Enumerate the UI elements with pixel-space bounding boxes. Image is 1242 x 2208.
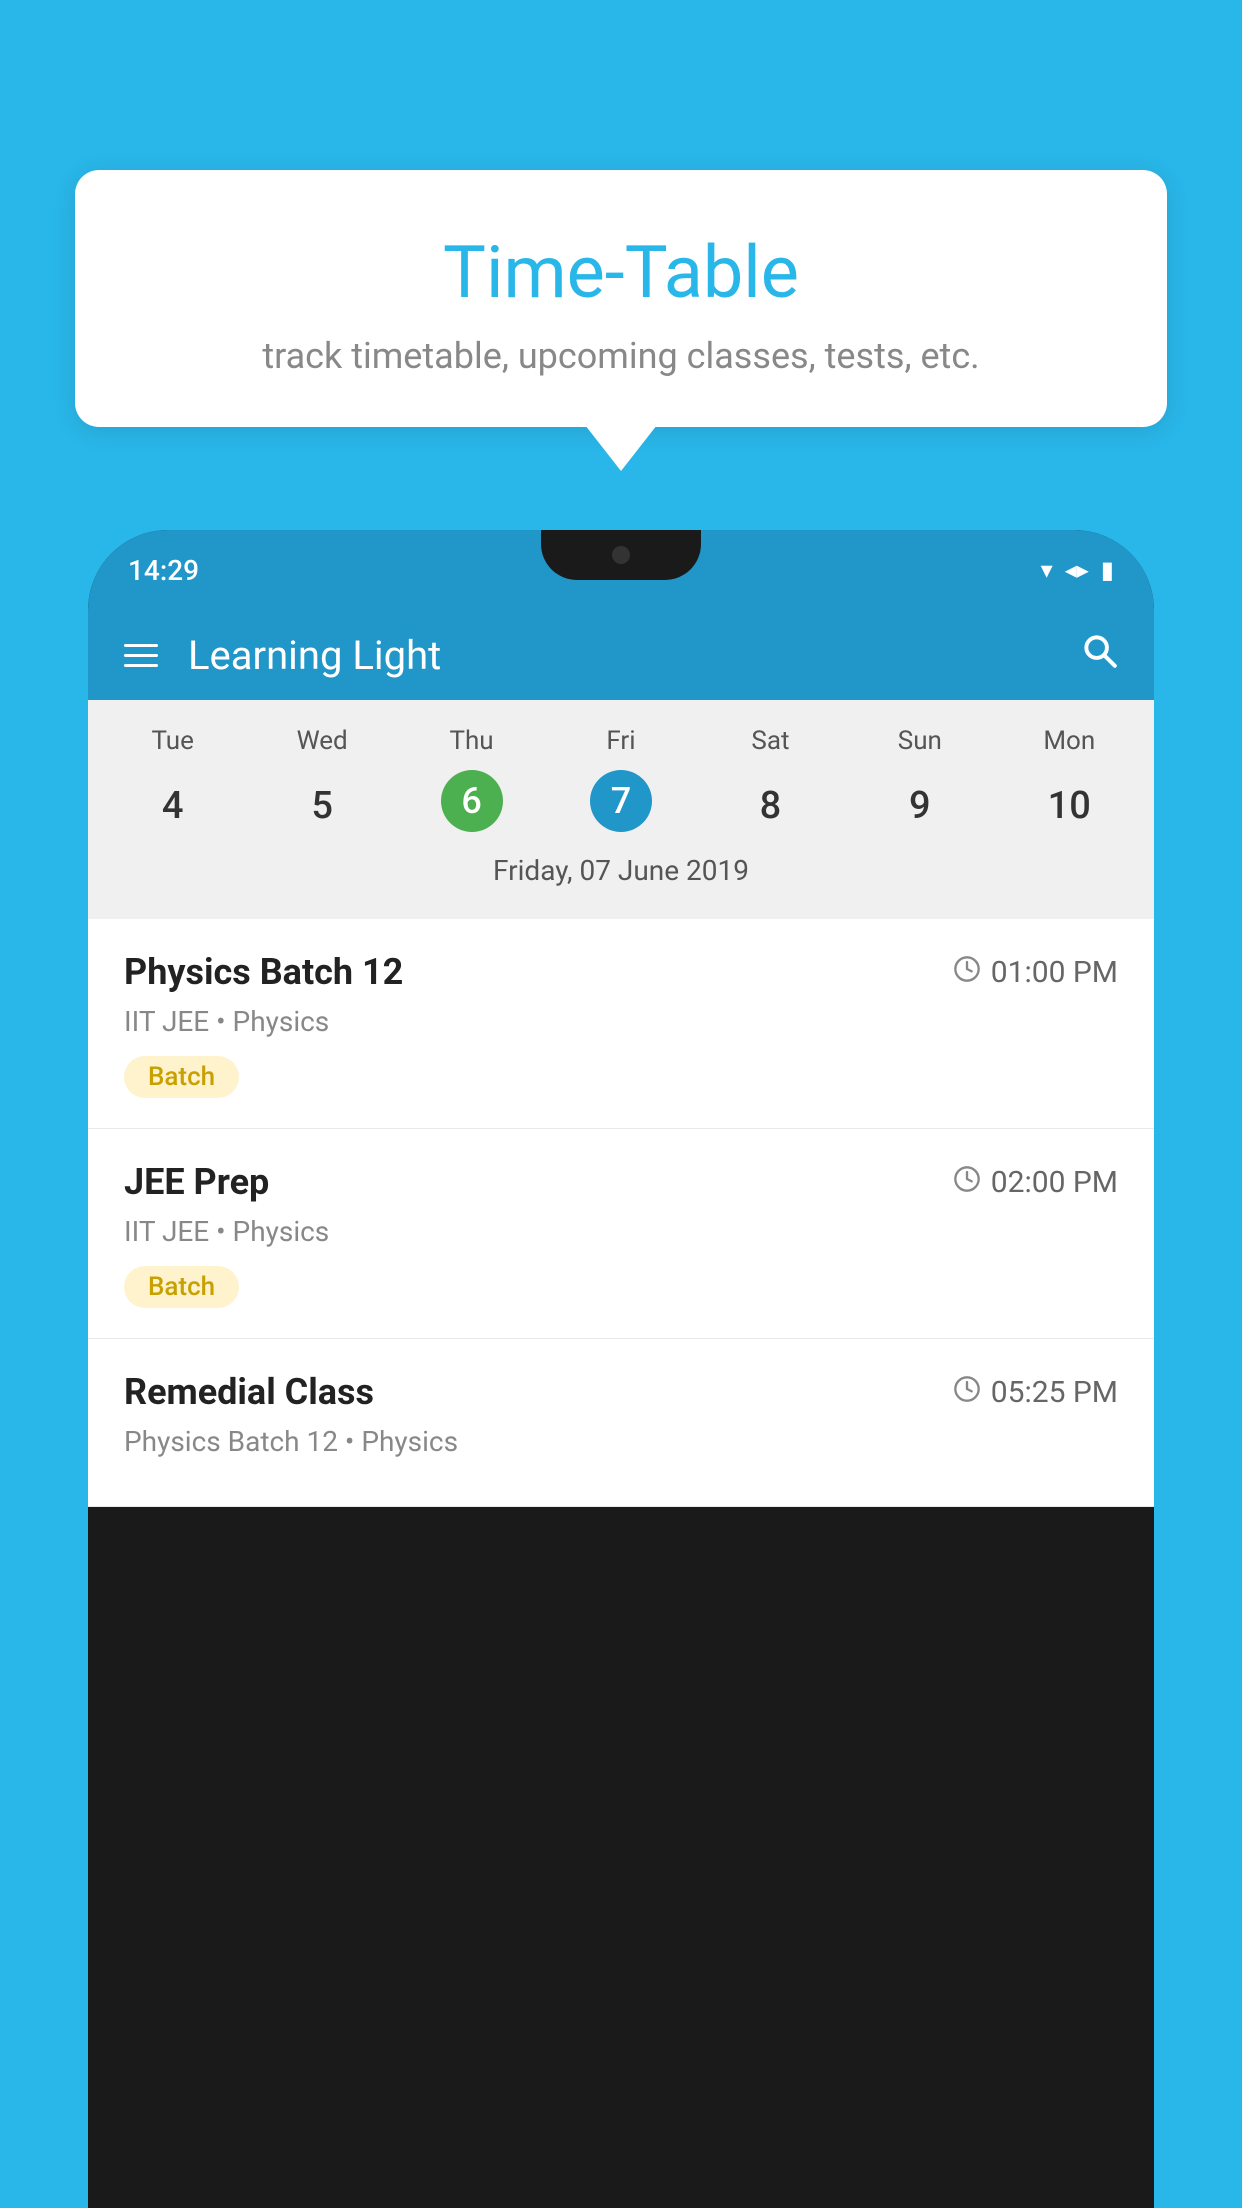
calendar-section: Tue Wed Thu Fri Sat Sun Mon 4 5 6 7 8 9 …	[88, 700, 1154, 919]
class-time-1: 01:00 PM	[953, 955, 1118, 990]
hamburger-menu-icon[interactable]	[124, 644, 158, 667]
notch	[541, 530, 701, 580]
status-bar: 14:29 ▾ ◂▸ ▮	[88, 530, 1154, 610]
camera-dot	[612, 546, 630, 564]
tooltip-subtitle: track timetable, upcoming classes, tests…	[125, 335, 1117, 377]
phone-frame: 14:29 ▾ ◂▸ ▮ Learning Light Tue Wed	[88, 530, 1154, 2208]
class-item-header-1: Physics Batch 12 01:00 PM	[124, 951, 1118, 993]
day-4[interactable]: 4	[98, 770, 247, 842]
batch-badge-2: Batch	[124, 1266, 239, 1308]
class-name-2: JEE Prep	[124, 1161, 269, 1203]
day-header-thu: Thu	[397, 716, 546, 766]
status-icons: ▾ ◂▸ ▮	[1041, 556, 1114, 584]
class-name-3: Remedial Class	[124, 1371, 374, 1413]
search-icon[interactable]	[1080, 631, 1118, 679]
class-time-2: 02:00 PM	[953, 1165, 1118, 1200]
day-header-tue: Tue	[98, 716, 247, 766]
day-10[interactable]: 10	[995, 770, 1144, 842]
app-bar: Learning Light	[88, 610, 1154, 700]
day-header-fri: Fri	[546, 716, 695, 766]
class-item-jee-prep[interactable]: JEE Prep 02:00 PM IIT JEE • Physics Batc…	[88, 1129, 1154, 1339]
day-6-today[interactable]: 6	[441, 770, 503, 832]
day-5[interactable]: 5	[247, 770, 396, 842]
class-item-physics-batch-12[interactable]: Physics Batch 12 01:00 PM IIT JEE • Phys…	[88, 919, 1154, 1129]
clock-icon-3	[953, 1375, 981, 1410]
classes-list: Physics Batch 12 01:00 PM IIT JEE • Phys…	[88, 919, 1154, 1507]
app-title: Learning Light	[188, 632, 1080, 679]
class-meta-1: IIT JEE • Physics	[124, 1005, 1118, 1038]
class-meta-2: IIT JEE • Physics	[124, 1215, 1118, 1248]
class-item-remedial[interactable]: Remedial Class 05:25 PM Physics Batch 12…	[88, 1339, 1154, 1507]
class-name-1: Physics Batch 12	[124, 951, 403, 993]
signal-icon: ◂▸	[1065, 556, 1089, 584]
clock-icon-2	[953, 1165, 981, 1200]
battery-icon: ▮	[1101, 556, 1114, 584]
day-headers: Tue Wed Thu Fri Sat Sun Mon	[88, 716, 1154, 766]
calendar-date-label: Friday, 07 June 2019	[88, 842, 1154, 903]
day-numbers: 4 5 6 7 8 9 10	[88, 770, 1154, 842]
clock-icon-1	[953, 955, 981, 990]
day-header-sat: Sat	[696, 716, 845, 766]
class-item-header-2: JEE Prep 02:00 PM	[124, 1161, 1118, 1203]
class-meta-3: Physics Batch 12 • Physics	[124, 1425, 1118, 1458]
tooltip-title: Time-Table	[125, 230, 1117, 315]
day-7-selected[interactable]: 7	[590, 770, 652, 832]
day-header-mon: Mon	[995, 716, 1144, 766]
day-header-wed: Wed	[247, 716, 396, 766]
day-8[interactable]: 8	[696, 770, 845, 842]
batch-badge-1: Batch	[124, 1056, 239, 1098]
day-header-sun: Sun	[845, 716, 994, 766]
class-time-3: 05:25 PM	[953, 1375, 1118, 1410]
wifi-icon: ▾	[1041, 556, 1053, 584]
status-time: 14:29	[128, 554, 199, 587]
tooltip-card: Time-Table track timetable, upcoming cla…	[75, 170, 1167, 427]
class-item-header-3: Remedial Class 05:25 PM	[124, 1371, 1118, 1413]
day-9[interactable]: 9	[845, 770, 994, 842]
